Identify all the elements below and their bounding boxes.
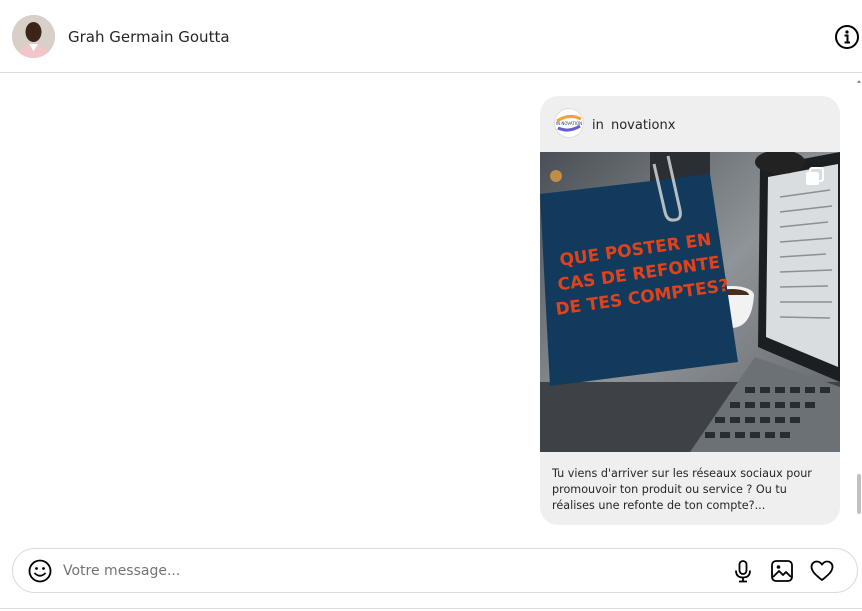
- image-icon[interactable]: [770, 559, 794, 583]
- post-logo-text: IN NOVATION: [556, 121, 582, 126]
- post-caption[interactable]: Tu viens d'arriver sur les réseaux socia…: [552, 466, 832, 514]
- contact-name[interactable]: Grah Germain Goutta: [68, 28, 230, 46]
- post-image[interactable]: QUE POSTER EN CAS DE REFONTE DE TES COMP…: [540, 152, 840, 452]
- info-icon[interactable]: [834, 24, 860, 50]
- microphone-icon[interactable]: [731, 559, 755, 583]
- post-author-name[interactable]: in novationx: [592, 118, 675, 133]
- shared-post-message[interactable]: IN NOVATION in novationx QUE POSTER EN C…: [540, 96, 840, 525]
- heart-icon[interactable]: [810, 559, 834, 583]
- message-input[interactable]: [63, 557, 663, 584]
- post-author-avatar[interactable]: IN NOVATION: [554, 108, 584, 138]
- scroll-thumb[interactable]: [857, 474, 861, 514]
- contact-avatar[interactable]: [12, 15, 55, 58]
- message-composer: [12, 548, 858, 593]
- conversation-header: Grah Germain Goutta: [0, 0, 862, 73]
- emoji-icon[interactable]: [28, 559, 52, 583]
- scroll-up-arrow[interactable]: [857, 80, 861, 83]
- thread-scrollbar[interactable]: [855, 74, 862, 534]
- bottom-divider: [0, 608, 862, 609]
- post-header[interactable]: IN NOVATION in novationx: [540, 96, 840, 152]
